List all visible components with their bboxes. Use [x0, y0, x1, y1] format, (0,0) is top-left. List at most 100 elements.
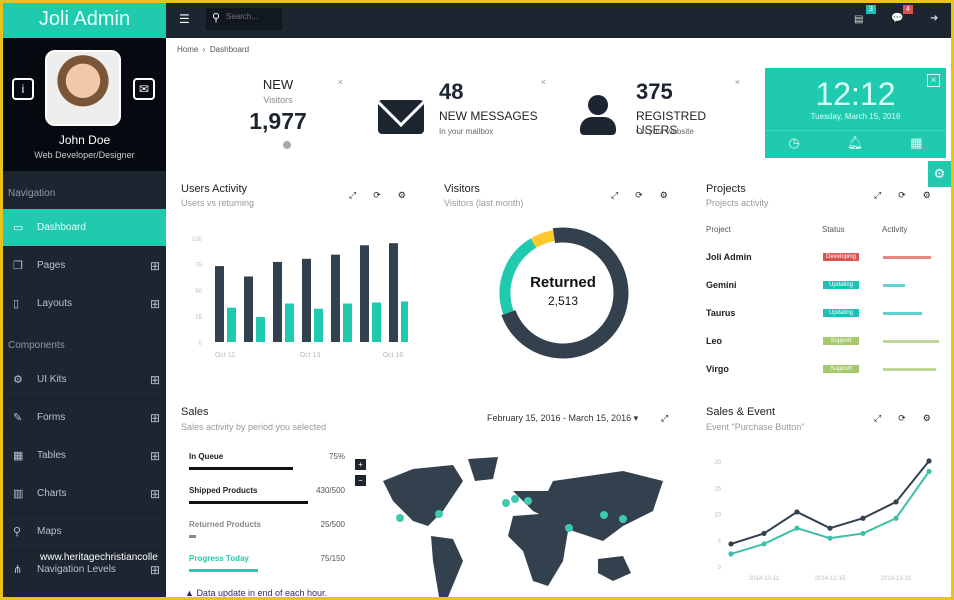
refresh-icon[interactable]: ⟳	[898, 190, 906, 201]
project-name: Gemini	[706, 280, 737, 290]
projects-header-status: Status	[822, 225, 845, 234]
close-icon[interactable]: ×	[541, 77, 546, 87]
status-badge: Updating	[823, 281, 859, 289]
expand-icon[interactable]: ⤢	[661, 413, 668, 424]
expand-plus-icon[interactable]: ⊞	[150, 411, 160, 425]
refresh-icon[interactable]: ⟳	[898, 413, 906, 424]
avatar[interactable]	[45, 50, 121, 126]
map-zoom-in-button[interactable]: +	[355, 459, 366, 470]
envelope-icon	[378, 100, 424, 134]
sidebar-item-ui-kits[interactable]: ⚙ UI Kits ⊞	[3, 361, 166, 399]
breadcrumb-home[interactable]: Home	[177, 45, 198, 54]
settings-icon[interactable]: ⚙	[923, 190, 931, 201]
breadcrumb: Home › Dashboard	[177, 45, 250, 54]
messages-icon[interactable]: 💬	[891, 13, 903, 24]
close-icon[interactable]: ×	[338, 77, 343, 87]
bell-icon[interactable]: 🔔︎	[847, 135, 864, 151]
close-icon[interactable]: ×	[735, 77, 740, 87]
search-input[interactable]	[226, 12, 280, 21]
progress-value: 75%	[328, 452, 345, 461]
calendar-icon[interactable]: ▦	[910, 135, 922, 151]
sidebar-item-charts[interactable]: ▥ Charts ⊞	[3, 475, 166, 513]
data-point	[827, 535, 833, 541]
progress-value: 430/500	[316, 486, 345, 495]
tasks-icon[interactable]: ▤	[854, 14, 863, 25]
expand-plus-icon[interactable]: ⊞	[150, 563, 160, 577]
info-icon[interactable]: i	[12, 78, 34, 100]
refresh-icon[interactable]: ⟳	[373, 190, 381, 201]
map-marker	[524, 497, 532, 505]
profile-role: Web Developer/Designer	[34, 150, 135, 160]
expand-plus-icon[interactable]: ⊞	[150, 373, 160, 387]
visitors-value: 1,977	[249, 108, 307, 134]
expand-icon[interactable]: ⤢	[349, 190, 356, 201]
clock-icon[interactable]: ◷	[788, 135, 799, 151]
map-marker	[511, 495, 519, 503]
app-logo[interactable]: Joli Admin	[3, 3, 166, 38]
mail-icon[interactable]: ✉	[133, 78, 155, 100]
sidebar-item-tables[interactable]: ▦ Tables ⊞	[3, 437, 166, 475]
refresh-icon[interactable]: ⟳	[635, 190, 643, 201]
close-icon[interactable]: ×	[927, 74, 940, 87]
sidebar-item-dashboard[interactable]: ▭ Dashboard	[3, 209, 166, 247]
project-name: Taurus	[706, 308, 736, 318]
progress-label: Progress Today	[189, 554, 249, 563]
data-point	[761, 541, 767, 547]
expand-icon[interactable]: ⤢	[874, 413, 881, 424]
donut-center-label: Returned	[530, 274, 596, 291]
sidebar-item-layouts[interactable]: ▯ Layouts ⊞	[3, 285, 166, 323]
settings-gear-button[interactable]: ⚙	[928, 161, 951, 187]
project-name: Leo	[706, 336, 723, 346]
breadcrumb-current: Dashboard	[209, 45, 250, 54]
settings-icon[interactable]: ⚙	[660, 190, 668, 201]
progress-label: Shipped Products	[189, 486, 258, 495]
expand-plus-icon[interactable]: ⊞	[150, 297, 160, 311]
logout-icon[interactable]: ➜	[930, 13, 938, 24]
settings-icon[interactable]: ⚙	[923, 413, 931, 424]
x-tick-label: 2014-12-15	[815, 576, 846, 582]
y-tick-label: 50	[195, 289, 202, 295]
users-widget: 375 REGISTRED USERS On your website ×	[573, 73, 748, 158]
search-box[interactable]: ⚲	[206, 8, 282, 30]
map-marker	[619, 515, 627, 523]
y-tick-label: 15	[714, 486, 721, 492]
top-bar: ☰ ⚲ ▤ 3 💬 4 ➜	[166, 3, 951, 38]
pages-icon: ❐	[13, 260, 23, 272]
expand-icon[interactable]: ⤢	[611, 190, 618, 201]
clock-date: Tuesday, March 15, 2016	[810, 112, 901, 121]
projects-header-activity: Activity	[882, 225, 908, 234]
world-map[interactable]	[373, 451, 673, 597]
progress-bar	[189, 569, 258, 572]
sidebar-item-pages[interactable]: ❐ Pages ⊞	[3, 247, 166, 285]
x-tick-label: Oct 16	[383, 352, 404, 359]
donut-slice	[530, 230, 556, 248]
projects-subtitle: Projects activity	[706, 198, 769, 208]
chart-icon: ▥	[13, 488, 24, 500]
menu-toggle-icon[interactable]: ☰	[179, 12, 190, 26]
bar	[343, 303, 352, 342]
date-range-dropdown[interactable]: February 15, 2016 - March 15, 2016 ▾	[487, 413, 638, 424]
data-point	[860, 515, 866, 521]
expand-plus-icon[interactable]: ⊞	[150, 487, 160, 501]
status-badge: Support	[823, 337, 859, 345]
table-icon: ▦	[13, 450, 24, 462]
sidebar-item-label: Layouts	[37, 298, 73, 309]
sidebar-item-label: Charts	[37, 488, 67, 499]
expand-plus-icon[interactable]: ⊞	[150, 449, 160, 463]
sidebar-item-maps[interactable]: ⚲ Maps	[3, 513, 166, 551]
users-activity-title: Users Activity	[181, 183, 248, 195]
map-marker	[502, 499, 510, 507]
expand-plus-icon[interactable]: ⊞	[150, 259, 160, 273]
map-zoom-out-button[interactable]: −	[355, 475, 366, 486]
sidebar-item-forms[interactable]: ✎ Forms ⊞	[3, 399, 166, 437]
progress-bar	[189, 535, 196, 538]
carousel-dot[interactable]	[283, 141, 291, 149]
expand-icon[interactable]: ⤢	[874, 190, 881, 201]
status-badge: Developing	[823, 253, 859, 261]
sitemap-icon: ⋔	[13, 564, 23, 576]
sales-event-chart: 20 15 10 5 0 2014-10-11 2014-12-15 2014-12-31	[714, 458, 932, 582]
progress-bar	[189, 467, 293, 470]
project-name: Joli Admin	[706, 252, 752, 262]
x-tick-label: Oct 13	[300, 352, 321, 359]
settings-icon[interactable]: ⚙	[398, 190, 406, 201]
